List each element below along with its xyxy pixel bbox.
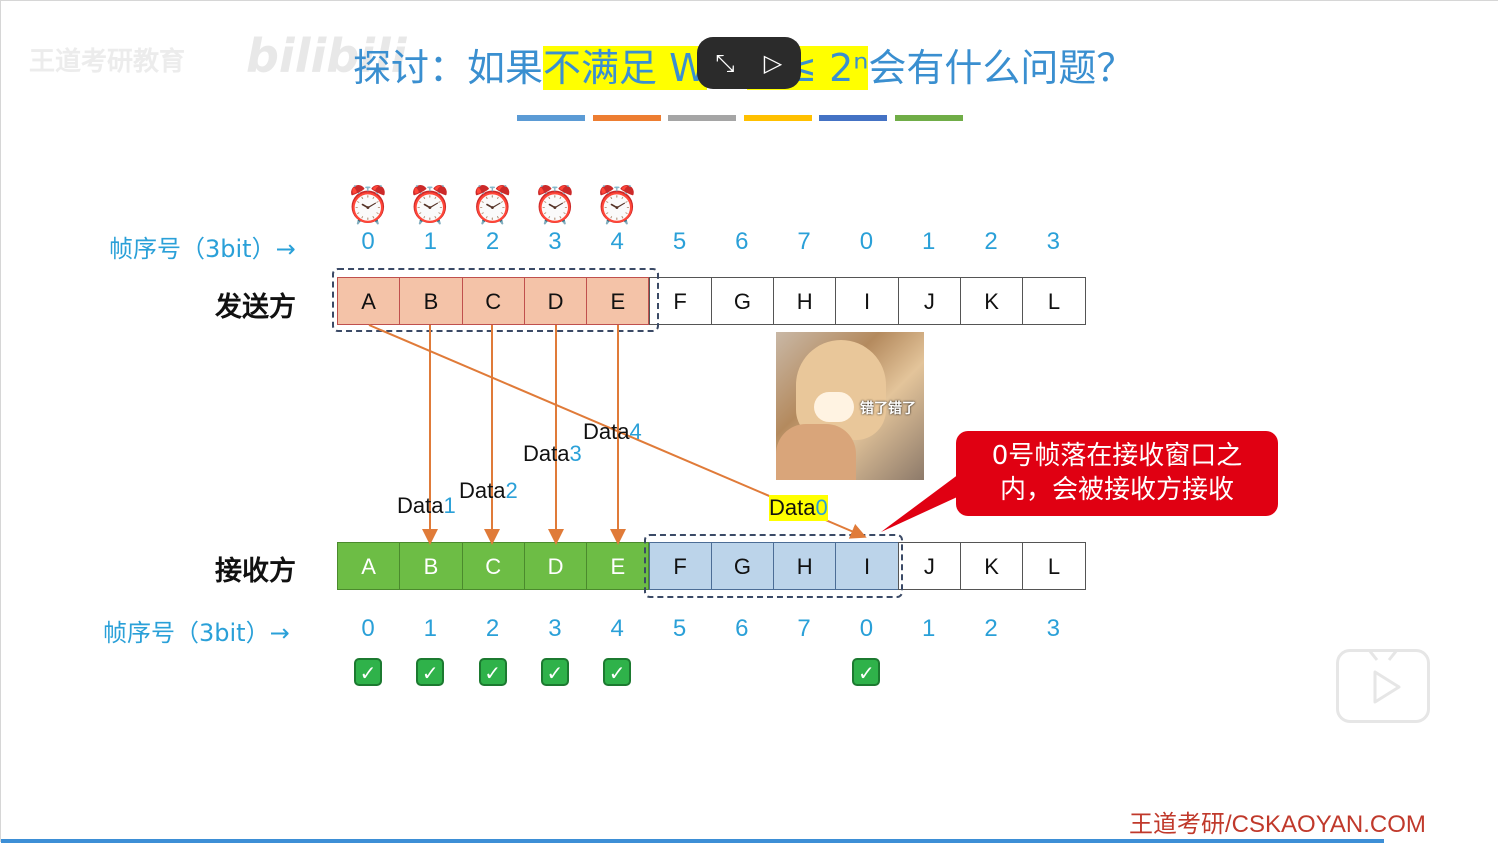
callout-line-1: 0号帧落在接收窗口之 [991,441,1243,471]
play-icon [1367,649,1401,704]
slide-canvas: 王道考研教育 bilibili 探讨：如果不满足 WR ≤ 2ⁿ会有什么问题？ … [0,0,1498,843]
meme-caption: 错了错了 [860,401,916,417]
explanation-callout: 0号帧落在接收窗口之 内，会被接收方接收 [956,431,1278,516]
meme-image: 错了错了 [776,332,924,480]
brand-footer: 王道考研/CSKAOYAN.COM [1129,811,1426,838]
play-button[interactable] [1336,649,1430,723]
arrows-layer [368,324,979,545]
data-label-3: Data3 [523,441,582,466]
data-label-4: Data4 [583,419,642,444]
video-progress-bar[interactable] [1,839,1384,843]
hand-shape [776,424,856,480]
data-label-1: Data1 [397,493,456,518]
callout-line-2: 内，会被接收方接收 [999,475,1234,505]
dog-muzzle-shape [814,392,854,422]
data-label-0: Data0 [769,495,828,521]
data-label-2: Data2 [459,478,518,503]
